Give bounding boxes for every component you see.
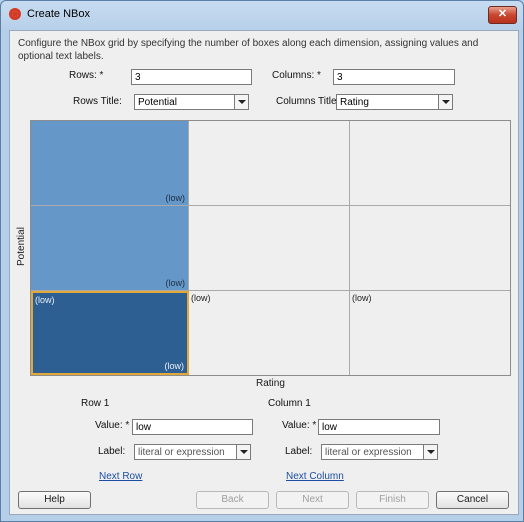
cell-label: (low) [191,293,211,303]
grid-cell-r3c2[interactable]: (low) [189,291,350,375]
grid-cell-r2c2[interactable] [189,206,350,291]
grid-cell-r1c2[interactable] [189,121,350,206]
columns-title-combo[interactable]: Rating [336,94,453,110]
chevron-down-icon[interactable] [234,95,248,109]
row-label-label: Label: [98,446,126,457]
cell-label: (low) [165,278,186,288]
row-value-label: Value: * [95,420,130,431]
y-axis-label: Potential [16,227,27,266]
rows-input[interactable]: 3 [131,69,252,85]
close-button[interactable]: ✕ [488,6,517,24]
column-label-combo[interactable]: literal or expression [321,444,438,460]
columns-input[interactable]: 3 [333,69,455,85]
chevron-down-icon[interactable] [236,445,250,459]
cell-label: (low) [352,293,372,303]
grid-cell-r1c1[interactable]: (low) [31,121,189,206]
next-column-link[interactable]: Next Column [286,471,344,482]
next-button[interactable]: Next [276,491,349,509]
column-value-input[interactable]: low [318,419,440,435]
row-label-combo[interactable]: literal or expression [134,444,251,460]
grid-cell-r3c3[interactable]: (low) [350,291,510,375]
next-row-link[interactable]: Next Row [99,471,142,482]
rows-title-combo[interactable]: Potential [134,94,249,110]
cell-label: (low) [165,193,186,203]
column-panel-heading: Column 1 [268,398,311,409]
title-bar: Create NBox ✕ [1,1,523,27]
cancel-button[interactable]: Cancel [436,491,509,509]
finish-button[interactable]: Finish [356,491,429,509]
grid-cell-r2c3[interactable] [350,206,510,291]
rows-label: Rows: * [69,70,104,81]
columns-title-value: Rating [340,97,369,108]
chevron-down-icon[interactable] [423,445,437,459]
cell-label: (low) [164,361,185,371]
row-value-input[interactable]: low [132,419,253,435]
dialog-content: Configure the NBox grid by specifying th… [9,30,519,515]
row-label-placeholder: literal or expression [138,447,225,458]
row-panel-heading: Row 1 [81,398,110,409]
column-label-label: Label: [285,446,313,457]
grid-cell-r2c1[interactable]: (low) [31,206,189,291]
app-logo-icon [9,8,21,20]
window-title: Create NBox [27,8,90,20]
nbox-grid: (low) (low) (low) (low) (low) (low) [30,120,511,376]
help-button[interactable]: Help [18,491,91,509]
cell-label: (low) [35,295,55,305]
x-axis-label: Rating [256,378,285,389]
rows-title-label: Rows Title: [73,96,122,107]
column-value-label: Value: * [282,420,317,431]
dialog-window: Create NBox ✕ Configure the NBox grid by… [0,0,524,522]
description-text: Configure the NBox grid by specifying th… [18,38,479,62]
columns-title-label: Columns Title: [276,96,340,107]
back-button[interactable]: Back [196,491,269,509]
column-label-placeholder: literal or expression [325,447,412,458]
chevron-down-icon[interactable] [438,95,452,109]
rows-title-value: Potential [138,97,177,108]
columns-label: Columns: * [272,70,321,81]
grid-cell-r3c1-selected[interactable]: (low) (low) [31,291,189,375]
grid-cell-r1c3[interactable] [350,121,510,206]
